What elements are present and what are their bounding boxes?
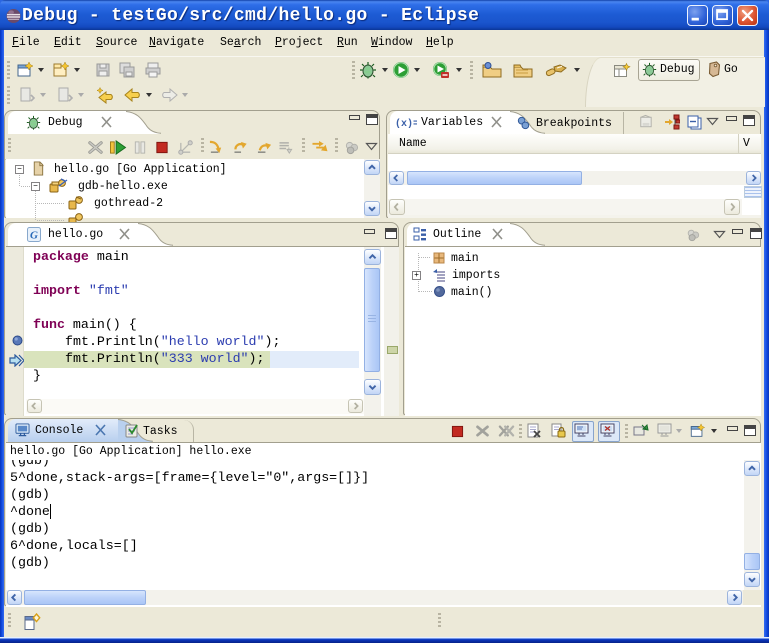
svg-text:G: G xyxy=(30,230,38,242)
svg-text:(x)=: (x)= xyxy=(395,118,417,129)
